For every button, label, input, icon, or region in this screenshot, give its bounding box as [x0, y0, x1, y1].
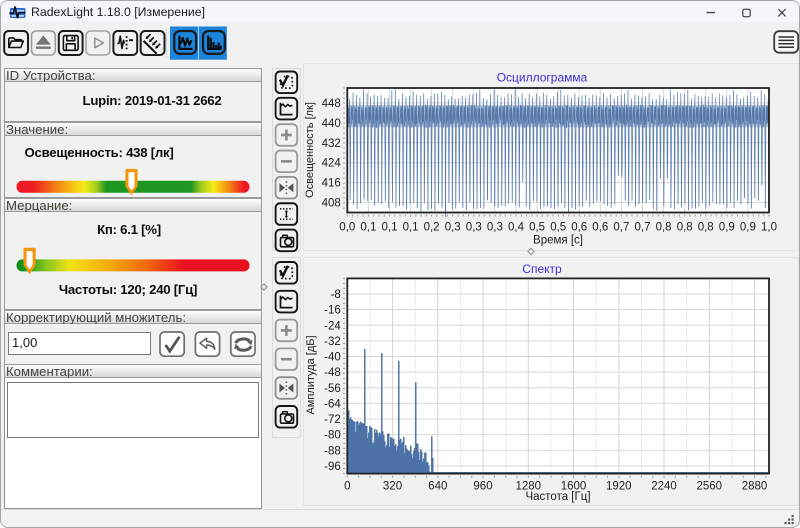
- svg-text:0,8: 0,8: [656, 222, 672, 234]
- svg-text:0,2: 0,2: [424, 222, 440, 234]
- svg-text:Освещенность [лк]: Освещенность [лк]: [304, 102, 316, 198]
- svg-text:-16: -16: [324, 305, 341, 317]
- svg-text:Спектр: Спектр: [522, 262, 562, 276]
- svg-text:0,5: 0,5: [550, 222, 566, 234]
- svg-text:0,3: 0,3: [487, 222, 503, 234]
- svg-text:Время [с]: Время [с]: [533, 235, 583, 247]
- svg-text:0,3: 0,3: [466, 222, 482, 234]
- svg-text:0: 0: [344, 481, 350, 493]
- svg-text:0,1: 0,1: [382, 222, 398, 234]
- svg-text:-72: -72: [324, 414, 341, 426]
- svg-text:408: 408: [322, 198, 341, 210]
- svg-text:-88: -88: [324, 445, 341, 457]
- svg-text:0,7: 0,7: [635, 222, 651, 234]
- svg-text:0,7: 0,7: [613, 222, 629, 234]
- svg-text:0,9: 0,9: [719, 222, 735, 234]
- svg-text:-80: -80: [324, 430, 341, 442]
- svg-text:0,8: 0,8: [698, 222, 714, 234]
- svg-text:432: 432: [322, 138, 341, 150]
- svg-text:0,8: 0,8: [677, 222, 693, 234]
- svg-text:1,0: 1,0: [761, 222, 777, 234]
- svg-text:2880: 2880: [742, 481, 768, 493]
- svg-text:0,1: 0,1: [403, 222, 419, 234]
- svg-text:440: 440: [322, 118, 341, 130]
- svg-text:-40: -40: [324, 352, 341, 364]
- svg-text:-64: -64: [324, 398, 341, 410]
- svg-text:320: 320: [383, 481, 402, 493]
- svg-text:640: 640: [428, 481, 447, 493]
- svg-text:960: 960: [473, 481, 492, 493]
- svg-text:-8: -8: [331, 289, 341, 301]
- svg-text:2240: 2240: [651, 481, 677, 493]
- svg-text:Осциллограмма: Осциллограмма: [497, 71, 588, 85]
- svg-text:-24: -24: [324, 320, 341, 332]
- svg-text:424: 424: [322, 158, 342, 170]
- svg-text:0,6: 0,6: [571, 222, 587, 234]
- svg-text:416: 416: [322, 178, 341, 190]
- svg-text:-96: -96: [324, 461, 341, 473]
- svg-text:-56: -56: [324, 383, 341, 395]
- svg-text:0,6: 0,6: [592, 222, 608, 234]
- svg-text:Амплитуда [дБ]: Амплитуда [дБ]: [305, 335, 317, 414]
- svg-text:1920: 1920: [606, 481, 632, 493]
- svg-text:448: 448: [322, 98, 341, 110]
- svg-text:0,9: 0,9: [740, 222, 756, 234]
- svg-text:0,4: 0,4: [508, 222, 525, 234]
- svg-text:2560: 2560: [697, 481, 723, 493]
- svg-text:0,3: 0,3: [445, 222, 461, 234]
- svg-text:0,5: 0,5: [529, 222, 545, 234]
- svg-text:0,1: 0,1: [360, 222, 376, 234]
- svg-text:0,0: 0,0: [339, 222, 355, 234]
- svg-text:-48: -48: [324, 367, 341, 379]
- svg-text:-32: -32: [324, 336, 341, 348]
- svg-text:Частота [Гц]: Частота [Гц]: [525, 491, 590, 503]
